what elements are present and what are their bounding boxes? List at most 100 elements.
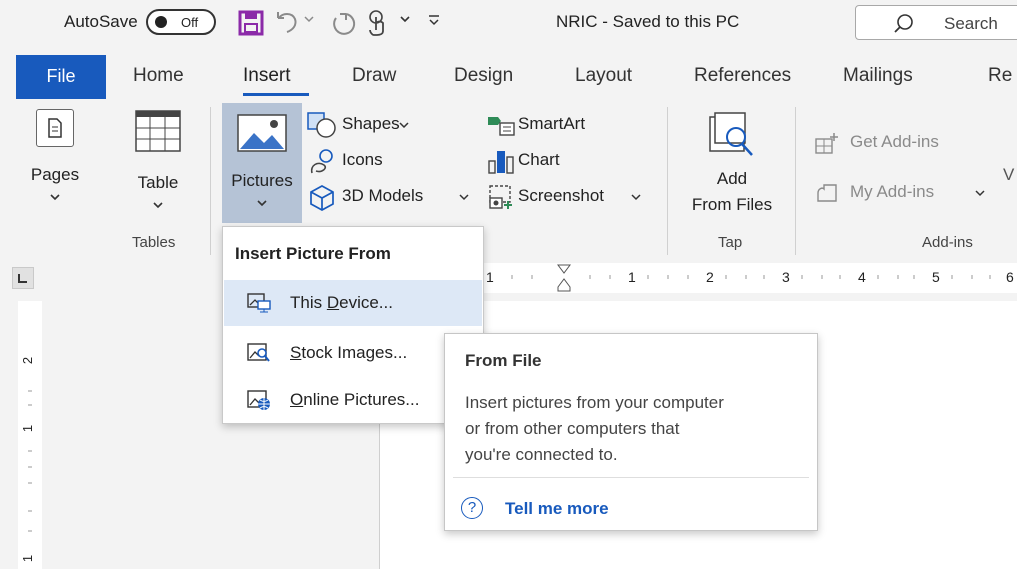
my-addins-label: My Add-ins (850, 182, 935, 201)
3d-models-button[interactable]: 3D Models (306, 183, 474, 211)
save-icon[interactable] (236, 8, 266, 38)
table-icon (134, 109, 182, 158)
ruler-row: 1 1 2 3 4 5 6 (0, 259, 1017, 301)
menu-item-label: This Device... (290, 293, 393, 312)
tab-selector[interactable] (12, 267, 34, 289)
menu-header: Insert Picture From (235, 244, 391, 263)
smartart-label: SmartArt (518, 114, 586, 133)
tab-references[interactable]: References (694, 65, 791, 87)
add-label-line1: Add (716, 169, 748, 188)
horizontal-ruler[interactable]: 1 1 2 3 4 5 6 (462, 263, 1017, 293)
add-from-files-button[interactable]: Add From Files (680, 107, 784, 219)
group-label-addins: Add-ins (922, 234, 973, 251)
online-pictures-icon (246, 388, 272, 412)
store-icon (814, 131, 840, 160)
screenshot-label: Screenshot (518, 186, 604, 205)
tab-mailings[interactable]: Mailings (843, 65, 913, 87)
pages-button[interactable]: Pages (22, 105, 88, 217)
group-label-tables: Tables (132, 234, 176, 251)
icons-label: Icons (342, 150, 383, 169)
chevron-down-icon (48, 191, 62, 209)
vruler-ticks (28, 390, 32, 532)
tab-review[interactable]: Re (988, 65, 1012, 87)
smartart-icon (486, 113, 516, 142)
autosave-state: Off (181, 15, 199, 30)
access-key: D (326, 293, 340, 312)
table-label: Table (137, 173, 179, 192)
screenshot-icon (486, 183, 516, 216)
group-divider (210, 107, 211, 255)
ribbon: Pages Table Tables Pictures Shapes Icons… (0, 99, 1017, 259)
add-from-files-icon (708, 111, 758, 166)
active-tab-indicator (243, 93, 309, 96)
table-button[interactable]: Table (120, 105, 196, 217)
tab-home[interactable]: Home (133, 65, 184, 87)
autosave-label: AutoSave (64, 12, 138, 31)
smartart-button[interactable]: SmartArt (486, 111, 626, 139)
help-icon[interactable]: ? (461, 497, 483, 519)
title-bar: AutoSave Off NRIC - Saved to this PC Sea… (0, 0, 1017, 46)
chevron-down-icon (630, 190, 642, 208)
tab-design[interactable]: Design (454, 65, 513, 87)
chart-button[interactable]: Chart (486, 147, 596, 175)
pictures-button[interactable]: Pictures (222, 103, 302, 223)
chevron-down-icon (151, 199, 165, 217)
access-key: S (290, 343, 302, 362)
group-divider (667, 107, 668, 255)
stock-images-icon (246, 341, 272, 365)
chart-icon (486, 147, 516, 180)
from-file-tooltip: From File Insert pictures from your comp… (444, 333, 818, 531)
document-title: NRIC - Saved to this PC (556, 12, 740, 31)
chevron-down-icon (398, 118, 410, 136)
screenshot-button[interactable]: Screenshot (486, 183, 646, 211)
tab-layout[interactable]: Layout (575, 65, 632, 87)
tab-file[interactable]: File (16, 55, 106, 99)
group-label-tap: Tap (718, 234, 743, 251)
cube-icon (306, 183, 338, 216)
tooltip-title: From File (465, 351, 542, 370)
my-addins-button[interactable]: My Add-ins (814, 179, 992, 207)
search-placeholder: Search (944, 14, 998, 33)
get-addins-label: Get Add-ins (850, 132, 939, 151)
shapes-icon (306, 111, 338, 144)
tell-me-more-link[interactable]: Tell me more (505, 499, 609, 519)
my-addins-icon (814, 181, 840, 210)
menu-item-label: Online Pictures... (290, 390, 420, 409)
toggle-knob (155, 16, 167, 28)
tab-insert[interactable]: Insert (243, 65, 291, 87)
vertical-ruler[interactable]: 2 1 1 (18, 301, 42, 569)
chevron-down-icon (974, 186, 986, 204)
menu-item-label: Stock Images... (290, 343, 408, 362)
chevron-down-icon (458, 190, 470, 208)
search-input[interactable]: Search (855, 5, 1017, 40)
shapes-label: Shapes (342, 114, 400, 133)
menu-item-this-device[interactable]: This Device... (224, 280, 482, 326)
touch-dropdown-chevron-icon[interactable] (398, 12, 412, 42)
chart-label: Chart (518, 150, 560, 169)
pages-label: Pages (30, 165, 80, 184)
redo-icon[interactable] (328, 8, 358, 38)
chevron-down-icon (255, 197, 269, 215)
tooltip-divider (453, 477, 809, 478)
search-icon (892, 12, 916, 41)
add-label-line2: From Files (691, 195, 773, 214)
get-addins-button[interactable]: Get Add-ins (814, 129, 964, 157)
undo-dropdown-chevron-icon[interactable] (302, 12, 316, 42)
tab-draw[interactable]: Draw (352, 65, 396, 87)
ruler-ticks (471, 275, 991, 279)
icons-button[interactable]: Icons (306, 147, 416, 175)
ribbon-tabs: File Home Insert Draw Design Layout Refe… (0, 55, 1017, 99)
pages-icon (36, 109, 74, 147)
customize-toolbar-icon[interactable] (426, 12, 442, 42)
pictures-label: Pictures (231, 171, 293, 190)
tooltip-description: Insert pictures from your computer or fr… (465, 393, 724, 464)
access-key: O (290, 390, 304, 409)
undo-icon[interactable] (272, 8, 302, 38)
touch-mode-icon[interactable] (364, 8, 394, 38)
wikipedia-partial[interactable]: V (1003, 165, 1014, 185)
this-device-icon (246, 291, 272, 315)
autosave-toggle[interactable]: Off (146, 9, 216, 35)
pictures-icon (236, 113, 288, 158)
shapes-button[interactable]: Shapes (306, 111, 472, 139)
3d-models-label: 3D Models (342, 186, 424, 205)
